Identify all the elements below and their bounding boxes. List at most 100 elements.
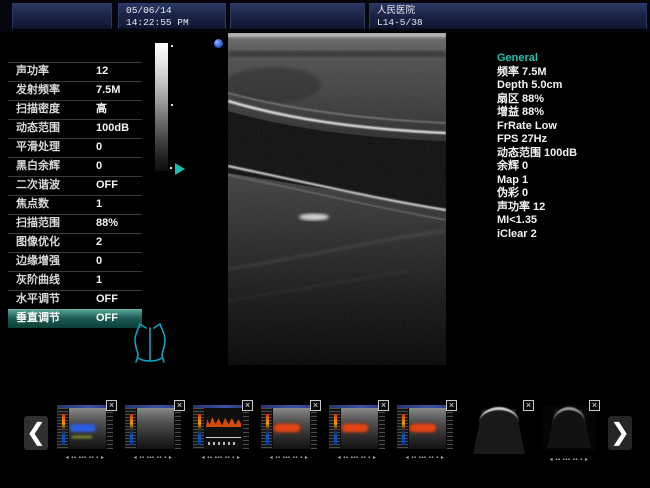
image-info-line: Depth 5.0cm (497, 79, 637, 93)
gallery-prev-button[interactable]: ❮ (24, 416, 48, 450)
image-info-line: 动态范围 100dB (497, 147, 637, 161)
param-row[interactable]: 焦点数 1 (8, 195, 142, 214)
param-value: 0 (96, 139, 102, 156)
thumb-image (397, 408, 453, 449)
thumb-doppler-blob (70, 424, 96, 432)
param-row[interactable]: 平滑处理0 (8, 138, 142, 157)
info-text-line: 05/06/14 (126, 5, 218, 17)
thumb-spectral-strip (193, 408, 204, 449)
param-value: 0 (96, 158, 102, 175)
thumbnail-close-button[interactable]: × (523, 400, 534, 411)
thumbnail[interactable]: ×◂ ▪▪ ▪▪▪ ▪▪ ▪ ▸ (542, 405, 596, 451)
thumbnail-close-button[interactable]: × (310, 400, 321, 411)
param-label: 扫描密度 (16, 101, 60, 118)
thumb-spectral-strip (329, 408, 340, 449)
thumb-spectral-strip (397, 408, 408, 449)
thumbnail-close-button[interactable]: × (174, 400, 185, 411)
param-value: OFF (96, 291, 118, 308)
thumb-image (329, 408, 385, 449)
thumbnail[interactable]: ×◂ ▪▪ ▪▪▪ ▪▪ ▪ ▸ (57, 405, 113, 449)
thumb-side-text (447, 408, 453, 449)
param-row[interactable]: 灰阶曲线 1 (8, 271, 142, 290)
image-info-line: 增益 88% (497, 106, 637, 120)
graybar-dot (171, 104, 173, 106)
param-label: 二次谐波 (16, 177, 60, 194)
info-text-line: L14-5/38 (377, 17, 639, 29)
gallery-next-button[interactable]: ❯ (608, 416, 632, 450)
thumb-bmode-area (137, 408, 174, 449)
thumbnail-close-button[interactable]: × (446, 400, 457, 411)
thumbnail[interactable]: ×◂ ▪▪ ▪▪▪ ▪▪ ▪ ▸ (329, 405, 385, 449)
thumbnail[interactable]: ×◂ ▪▪ ▪▪▪ ▪▪ ▪ ▸ (125, 405, 181, 449)
thumb-doppler-blob (410, 424, 436, 432)
param-label: 焦点数 (16, 196, 49, 213)
thumb-spectral-strip (57, 408, 68, 449)
param-value: 0 (96, 253, 102, 270)
param-row[interactable]: 声功率12 (8, 62, 142, 81)
image-info-line: iClear 2 (497, 228, 637, 242)
body-marker-icon (128, 320, 172, 368)
param-row[interactable]: 图像优化 2 (8, 233, 142, 252)
tgc-pointer-icon (175, 163, 185, 175)
thumbnail-close-button[interactable]: × (378, 400, 389, 411)
image-info-line: 频率 7.5M (497, 66, 637, 80)
thumbnail-close-button[interactable]: × (589, 400, 600, 411)
param-label: 图像优化 (16, 234, 60, 251)
thumbnail[interactable]: × (468, 405, 530, 457)
thumbnail-caption: ◂ ▪▪ ▪▪▪ ▪▪ ▪ ▸ (121, 454, 185, 461)
param-label: 黑白余辉 (16, 158, 60, 175)
param-row[interactable]: 发射频率7.5M (8, 81, 142, 100)
image-info-line: MI<1.35 (497, 214, 637, 228)
thumb-image (261, 408, 317, 449)
thumbnail-caption: ◂ ▪▪ ▪▪▪ ▪▪ ▪ ▸ (53, 454, 117, 461)
thumb-spectral-strip (261, 408, 272, 449)
param-row[interactable]: 动态范围 100dB (8, 119, 142, 138)
param-value: OFF (96, 177, 118, 194)
thumb-side-text (175, 408, 181, 449)
param-label: 扫描范围 (16, 215, 60, 232)
image-info-line: 伪彩 0 (497, 187, 637, 201)
param-value: 1 (96, 272, 102, 289)
param-value: 2 (96, 234, 102, 251)
param-row[interactable]: 扫描密度高 (8, 100, 142, 119)
image-info-line: 余辉 0 (497, 160, 637, 174)
param-row-selected[interactable]: 垂直调节OFF (8, 309, 142, 328)
thumb-image (193, 408, 249, 449)
param-value: 88% (96, 215, 118, 232)
param-row[interactable]: 边缘增强0 (8, 252, 142, 271)
thumbnail-close-button[interactable]: × (106, 400, 117, 411)
focus-marker-icon (214, 39, 223, 48)
image-info-line: 扇区 88% (497, 93, 637, 107)
param-label: 动态范围 (16, 120, 60, 137)
thumbnail-close-button[interactable]: × (242, 400, 253, 411)
thumbnail[interactable]: ×◂ ▪▪ ▪▪▪ ▪▪ ▪ ▸ (397, 405, 453, 449)
param-row[interactable]: 二次谐波 OFF (8, 176, 142, 195)
thumb-doppler-blob (274, 424, 300, 432)
top-info-bar: 05/06/1414:22:55 PM人民医院L14-5/38 (0, 0, 650, 32)
info-box-empty-mid (230, 3, 365, 29)
param-label: 灰阶曲线 (16, 272, 60, 289)
param-label: 声功率 (16, 63, 49, 80)
param-row[interactable]: 扫描范围 88% (8, 214, 142, 233)
thumbnail[interactable]: ×◂ ▪▪ ▪▪▪ ▪▪ ▪ ▸ (193, 405, 249, 449)
datetime-display: 05/06/1414:22:55 PM (118, 3, 226, 29)
thumbnail-caption: ◂ ▪▪ ▪▪▪ ▪▪ ▪ ▸ (393, 454, 457, 461)
param-value: 1 (96, 196, 102, 213)
thumb-baseline (206, 437, 241, 438)
param-label: 水平调节 (16, 291, 60, 308)
image-info-line: Map 1 (497, 174, 637, 188)
param-label: 发射频率 (16, 82, 60, 99)
info-text-line: 14:22:55 PM (126, 17, 218, 29)
param-label: 垂直调节 (16, 310, 60, 327)
graybar-dot (170, 167, 172, 169)
parameter-panel: 声功率12发射频率7.5M扫描密度高动态范围100dB平滑处理0黑白余辉0二次谐… (8, 62, 142, 328)
ultrasound-app-screen: 05/06/1414:22:55 PM人民医院L14-5/38 声功率12发射频… (0, 0, 650, 488)
param-row[interactable]: 黑白余辉 0 (8, 157, 142, 176)
param-value: 100dB (96, 120, 129, 137)
thumbnail[interactable]: ×◂ ▪▪ ▪▪▪ ▪▪ ▪ ▸ (261, 405, 317, 449)
thumb-doppler-blob (342, 424, 368, 432)
thumbnail-caption: ◂ ▪▪ ▪▪▪ ▪▪ ▪ ▸ (538, 456, 600, 463)
thumb-spectral-strip (125, 408, 136, 449)
image-info-panel: General 频率 7.5MDepth 5.0cm扇区 88%增益 88%Fr… (497, 52, 637, 241)
param-row[interactable]: 水平调节 OFF (8, 290, 142, 309)
